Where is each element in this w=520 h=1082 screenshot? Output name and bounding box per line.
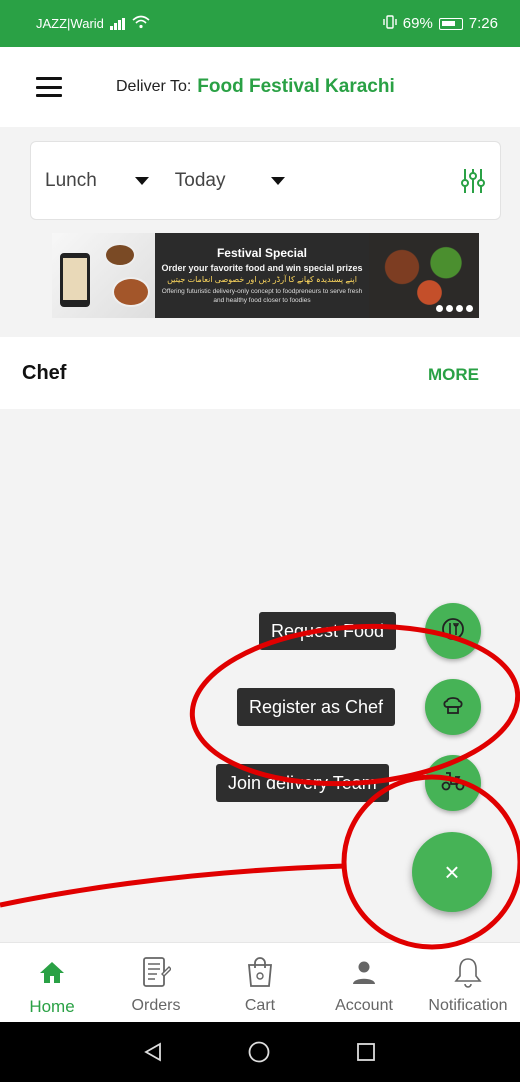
day-dropdown[interactable]: Today xyxy=(175,170,286,192)
bottom-navigation: Home Orders Cart Account Notification xyxy=(0,942,520,1022)
nav-home-label: Home xyxy=(29,997,75,1016)
caret-down-icon xyxy=(134,176,149,185)
request-food-label[interactable]: Request Food xyxy=(259,612,397,650)
request-food-button[interactable] xyxy=(425,603,481,659)
register-as-chef-label[interactable]: Register as Chef xyxy=(237,688,396,726)
status-bar: JAZZ|Warid 69% 7:26 xyxy=(0,0,520,47)
clock: 7:26 xyxy=(468,15,498,32)
promo-banner[interactable]: Festival Special Order your favorite foo… xyxy=(52,233,479,318)
status-right: 69% 7:26 xyxy=(383,14,498,33)
account-icon xyxy=(347,955,381,989)
home-icon xyxy=(35,955,69,989)
nav-orders-label: Orders xyxy=(131,997,181,1014)
recents-icon[interactable] xyxy=(356,1042,376,1062)
nav-notification[interactable]: Notification xyxy=(416,943,520,1022)
meal-value: Lunch xyxy=(45,169,97,191)
nav-cart[interactable]: Cart xyxy=(208,943,312,1022)
food-request-icon xyxy=(441,617,465,646)
nav-account[interactable]: Account xyxy=(312,943,416,1022)
bell-icon xyxy=(451,955,485,989)
filter-box: Lunch Today xyxy=(30,141,501,220)
system-navigation-bar xyxy=(0,1022,520,1082)
cart-bag-icon xyxy=(243,955,277,989)
day-value: Today xyxy=(174,169,226,191)
social-dots xyxy=(436,305,473,312)
hamburger-menu-icon[interactable] xyxy=(36,77,62,97)
join-delivery-team-label[interactable]: Join delivery Team xyxy=(216,764,389,802)
chef-section-header: Chef MORE xyxy=(0,337,520,409)
banner-subtitle: Order your favorite food and win special… xyxy=(161,263,363,274)
back-icon[interactable] xyxy=(144,1042,162,1062)
banner-food-image xyxy=(369,233,479,318)
battery-percent: 69% xyxy=(402,15,433,32)
carrier-name: JAZZ|Warid xyxy=(36,16,104,31)
join-delivery-team-button[interactable] xyxy=(425,755,481,811)
fab-close-button[interactable]: × xyxy=(412,832,492,912)
chef-hat-icon xyxy=(441,693,465,722)
meal-dropdown[interactable]: Lunch xyxy=(45,170,149,192)
caret-down-icon xyxy=(271,176,286,185)
banner-urdu-text: اپنے پسندیدہ کھانے کا آرڈر دیں اور خصوصی… xyxy=(167,275,357,285)
nav-home[interactable]: Home xyxy=(0,943,104,1022)
delivery-location[interactable]: Food Festival Karachi xyxy=(197,76,394,98)
banner-small-text: Offering futuristic delivery-only concep… xyxy=(161,288,363,304)
nav-account-label: Account xyxy=(335,997,393,1014)
banner-phone-image xyxy=(52,233,155,318)
orders-icon xyxy=(139,955,173,989)
status-left: JAZZ|Warid xyxy=(36,15,150,32)
wifi-icon xyxy=(132,15,150,32)
banner-title: Festival Special xyxy=(216,246,308,261)
vibrate-icon xyxy=(383,14,397,33)
battery-icon xyxy=(438,17,463,30)
sliders-icon[interactable] xyxy=(460,166,486,196)
app-header: Deliver To: Food Festival Karachi xyxy=(0,47,520,127)
deliver-to-label: Deliver To: xyxy=(116,78,192,95)
home-circle-icon[interactable] xyxy=(248,1041,270,1063)
banner-text: Festival Special Order your favorite foo… xyxy=(155,233,369,318)
nav-orders[interactable]: Orders xyxy=(104,943,208,1022)
close-icon: × xyxy=(444,856,460,887)
nav-cart-label: Cart xyxy=(244,997,276,1014)
delivery-scooter-icon xyxy=(440,770,466,797)
more-chefs-link[interactable]: MORE xyxy=(428,365,479,385)
chef-section-title: Chef xyxy=(22,362,67,384)
nav-notification-label: Notification xyxy=(428,997,508,1014)
signal-icon xyxy=(109,17,126,30)
register-as-chef-button[interactable] xyxy=(425,679,481,735)
